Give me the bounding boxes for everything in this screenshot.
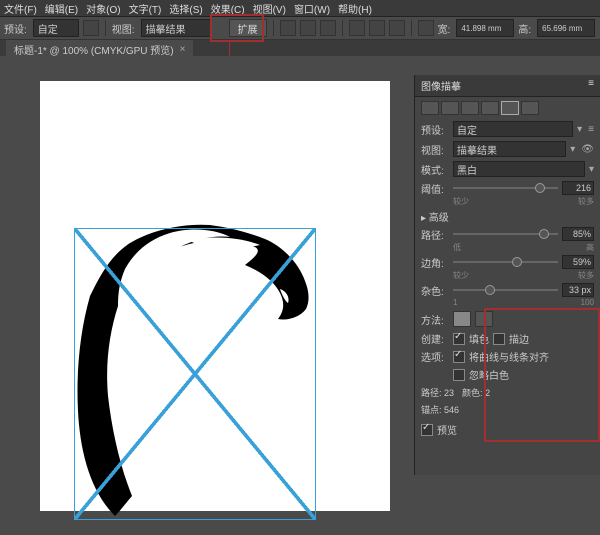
paths-slider[interactable]	[453, 233, 558, 235]
preset-gray-icon[interactable]	[481, 101, 499, 115]
preset-lowcolor-icon[interactable]	[461, 101, 479, 115]
preview-checkbox[interactable]	[421, 424, 433, 436]
panel-view-label: 视图:	[421, 142, 449, 157]
menu-edit[interactable]: 编辑(E)	[45, 1, 78, 16]
width-label: 宽:	[438, 21, 451, 36]
panel-title-bar[interactable]: 图像描摹 ≡	[415, 75, 600, 97]
chevron-down-icon[interactable]: ▾	[570, 144, 575, 155]
preset-label: 预设:	[4, 21, 27, 36]
paths-value[interactable]: 85%	[562, 227, 594, 241]
corners-min-label: 较少	[453, 270, 469, 279]
method-overlapping-button[interactable]	[475, 311, 493, 327]
height-label: 高:	[518, 21, 531, 36]
preset-highcolor-icon[interactable]	[441, 101, 459, 115]
menu-bar: 文件(F) 编辑(E) 对象(O) 文字(T) 选择(S) 效果(C) 视图(V…	[0, 0, 600, 17]
separator	[342, 20, 343, 36]
noise-min-label: 1	[453, 298, 457, 307]
align-icon-4[interactable]	[349, 20, 365, 36]
panel-preset-dropdown[interactable]: 自定	[453, 121, 573, 137]
image-trace-panel: 图像描摹 ≡ 预设: 自定 ▾ ≡ 视图: 描摹结果 ▾ 👁 模式: 黑白 ▾	[414, 75, 600, 475]
menu-type[interactable]: 文字(T)	[129, 1, 162, 16]
panel-menu-icon[interactable]: ≡	[588, 78, 594, 93]
expand-button[interactable]: 扩展	[229, 19, 267, 37]
colors-stat-value: 2	[485, 388, 490, 398]
separator	[273, 20, 274, 36]
paths-max-label: 高	[586, 242, 594, 251]
threshold-label: 阈值:	[421, 181, 449, 196]
view-label: 视图:	[112, 21, 135, 36]
paths-stat-value: 23	[444, 388, 454, 398]
fills-cb-label: 填色	[469, 331, 489, 346]
anchors-stat-value: 546	[444, 405, 459, 415]
preset-icon-row	[421, 101, 594, 115]
anchors-stat-label: 锚点:	[421, 405, 442, 415]
menu-help[interactable]: 帮助(H)	[338, 1, 372, 16]
separator	[105, 20, 106, 36]
threshold-value[interactable]: 216	[562, 181, 594, 195]
strokes-checkbox[interactable]	[493, 333, 505, 345]
menu-file[interactable]: 文件(F)	[4, 1, 37, 16]
snap-curves-label: 将曲线与线条对齐	[469, 349, 549, 364]
threshold-slider[interactable]	[453, 187, 558, 189]
menu-select[interactable]: 选择(S)	[169, 1, 202, 16]
close-icon[interactable]: ×	[180, 44, 186, 55]
corners-label: 边角:	[421, 255, 449, 270]
fills-checkbox[interactable]	[453, 333, 465, 345]
strokes-cb-label: 描边	[509, 331, 529, 346]
width-field[interactable]: 41.898 mm	[456, 19, 514, 37]
noise-label: 杂色:	[421, 283, 449, 298]
eagle-artwork[interactable]	[70, 221, 320, 521]
preset-menu-icon[interactable]: ≡	[588, 124, 594, 135]
noise-slider[interactable]	[453, 289, 558, 291]
separator	[411, 20, 412, 36]
align-icon-6[interactable]	[389, 20, 405, 36]
advanced-toggle[interactable]: ▸ 高级	[421, 209, 594, 224]
align-icon-5[interactable]	[369, 20, 385, 36]
threshold-min-label: 较少	[453, 196, 469, 205]
menu-object[interactable]: 对象(O)	[86, 1, 120, 16]
align-icon-2[interactable]	[300, 20, 316, 36]
panel-title: 图像描摹	[421, 78, 461, 93]
corners-max-label: 较多	[578, 270, 594, 279]
options-bar: 预设: 自定 视图: 描摹结果 扩展 宽: 41.898 mm 高: 65.69…	[0, 17, 600, 40]
chevron-down-icon[interactable]: ▾	[577, 124, 582, 135]
document-title: 标题-1* @ 100% (CMYK/GPU 预览)	[14, 42, 174, 57]
preset-bw-icon[interactable]	[501, 101, 519, 115]
colors-stat-label: 颜色:	[462, 388, 483, 398]
align-icon-1[interactable]	[280, 20, 296, 36]
method-label: 方法:	[421, 312, 449, 327]
paths-min-label: 低	[453, 242, 461, 251]
corners-slider[interactable]	[453, 261, 558, 263]
preset-outline-icon[interactable]	[521, 101, 539, 115]
align-icon-3[interactable]	[320, 20, 336, 36]
noise-max-label: 100	[581, 298, 594, 307]
panel-mode-dropdown[interactable]: 黑白	[453, 161, 585, 177]
ignore-white-checkbox[interactable]	[453, 369, 465, 381]
eye-icon[interactable]: 👁	[581, 144, 594, 155]
panel-preset-label: 预设:	[421, 122, 449, 137]
create-label: 创建:	[421, 331, 449, 346]
method-abutting-button[interactable]	[453, 311, 471, 327]
paths-label: 路径:	[421, 227, 449, 242]
preview-label: 预览	[437, 422, 457, 437]
panel-mode-label: 模式:	[421, 162, 449, 177]
noise-value[interactable]: 33 px	[562, 283, 594, 297]
panel-view-dropdown[interactable]: 描摹结果	[453, 141, 566, 157]
preset-dropdown[interactable]: 自定	[33, 19, 79, 37]
menu-view[interactable]: 视图(V)	[253, 1, 286, 16]
transform-icon[interactable]	[418, 20, 434, 36]
options-label: 选项:	[421, 349, 449, 364]
height-field[interactable]: 65.696 mm	[537, 19, 595, 37]
corners-value[interactable]: 59%	[562, 255, 594, 269]
ignore-white-label: 忽略白色	[469, 367, 509, 382]
menu-window[interactable]: 窗口(W)	[294, 1, 330, 16]
snap-curves-checkbox[interactable]	[453, 351, 465, 363]
preset-menu-icon[interactable]	[83, 20, 99, 36]
menu-effect[interactable]: 效果(C)	[211, 1, 245, 16]
paths-stat-label: 路径:	[421, 388, 442, 398]
threshold-max-label: 较多	[578, 196, 594, 205]
chevron-down-icon[interactable]: ▾	[589, 164, 594, 175]
view-dropdown[interactable]: 描摹结果	[141, 19, 211, 37]
preset-auto-icon[interactable]	[421, 101, 439, 115]
